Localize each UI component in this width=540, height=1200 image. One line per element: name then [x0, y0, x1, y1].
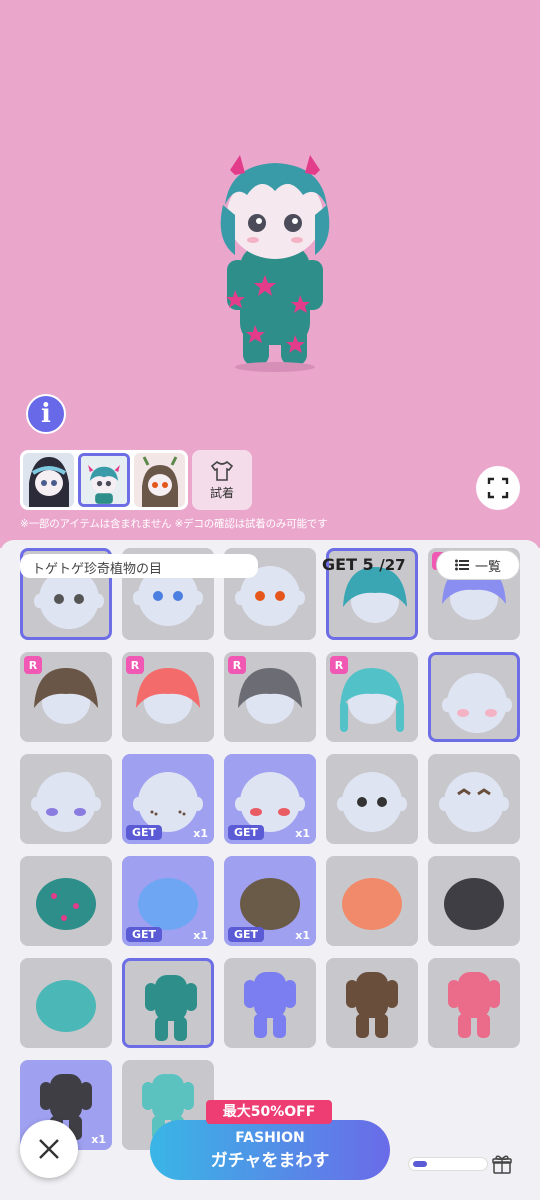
rare-badge: R [228, 656, 246, 674]
item-tile-plant-rainbow[interactable] [326, 856, 418, 946]
rare-badge: R [330, 656, 348, 674]
item-tile-plant-blue[interactable]: GET x1 [122, 856, 214, 946]
avatar-thumb-3[interactable] [133, 453, 186, 507]
item-tile-face-blush-red[interactable]: GET x1 [224, 754, 316, 844]
item-tile-bag-brown[interactable]: GET x1 [224, 856, 316, 946]
info-icon: i [41, 399, 51, 429]
gacha-line2: ガチャをまわす [210, 1150, 330, 1171]
info-button[interactable]: i [26, 394, 66, 434]
close-button[interactable] [20, 1120, 78, 1178]
item-tile-hair-zebra[interactable]: R [224, 652, 316, 742]
disclaimer-note: ※一部のアイテムは含まれません ※デコの確認は試着のみ可能です [20, 518, 328, 530]
get-badge: GET [126, 927, 163, 942]
item-count: x1 [295, 929, 310, 942]
item-tile-face-bat-brows[interactable] [428, 754, 520, 844]
item-tile-plant-zebra[interactable] [428, 856, 520, 946]
list-icon [454, 559, 469, 571]
item-tile-hair-rainbow[interactable]: R [122, 652, 214, 742]
try-on-button[interactable]: 試着 [192, 450, 252, 510]
avatar-thumb-2[interactable] [78, 453, 130, 507]
avatar-thumb-1[interactable] [23, 453, 75, 507]
fashion-gacha-button[interactable]: FASHION ガチャをまわす [150, 1120, 390, 1180]
get-total: /27 [379, 556, 406, 574]
item-tile-suit-cactus[interactable] [122, 958, 214, 1048]
item-tile-suit-brown[interactable] [326, 958, 418, 1048]
fullscreen-button[interactable] [476, 466, 520, 510]
gift-icon[interactable] [492, 1154, 512, 1174]
get-prefix: GET [322, 555, 363, 574]
list-view-button[interactable]: 一覧 [436, 550, 520, 580]
avatar-thumbnails [20, 450, 188, 510]
close-icon [39, 1139, 59, 1159]
rare-badge: R [24, 656, 42, 674]
get-count-value: 5 [362, 555, 374, 574]
avatar-figure [220, 155, 330, 372]
item-tile-suit-rainbow[interactable] [428, 958, 520, 1048]
item-tile-face-freckles[interactable]: GET x1 [122, 754, 214, 844]
progress-fill [413, 1161, 428, 1167]
get-counter: GET 5 /27 [322, 555, 406, 574]
item-count: x1 [91, 1133, 106, 1146]
item-count: x1 [193, 827, 208, 840]
item-count: x1 [295, 827, 310, 840]
set-title: トゲトゲ珍奇植物の目 [20, 554, 258, 578]
item-tile-suit-purple[interactable] [224, 958, 316, 1048]
shirt-icon [210, 460, 234, 481]
gift-progress-bar [408, 1157, 488, 1171]
rare-badge: R [126, 656, 144, 674]
get-badge: GET [228, 825, 265, 840]
item-tile-face-blush-purple[interactable] [20, 754, 112, 844]
get-badge: GET [228, 927, 265, 942]
expand-icon [487, 477, 509, 499]
item-tile-hair-teal-braids[interactable]: R [326, 652, 418, 742]
item-tile-face-blush-pink[interactable] [428, 652, 520, 742]
item-tile-cactus-ball[interactable] [20, 856, 112, 946]
item-tile-hood-brown[interactable]: R [20, 652, 112, 742]
gacha-line1: FASHION [235, 1129, 305, 1146]
list-label: 一覧 [474, 559, 501, 575]
get-badge: GET [126, 825, 163, 840]
try-on-label: 試着 [209, 485, 234, 500]
item-tile-plant-teal[interactable] [20, 958, 112, 1048]
sale-badge: 最大50%OFF [206, 1100, 332, 1124]
item-count: x1 [193, 929, 208, 942]
item-tile-face-dark-eyes[interactable] [326, 754, 418, 844]
